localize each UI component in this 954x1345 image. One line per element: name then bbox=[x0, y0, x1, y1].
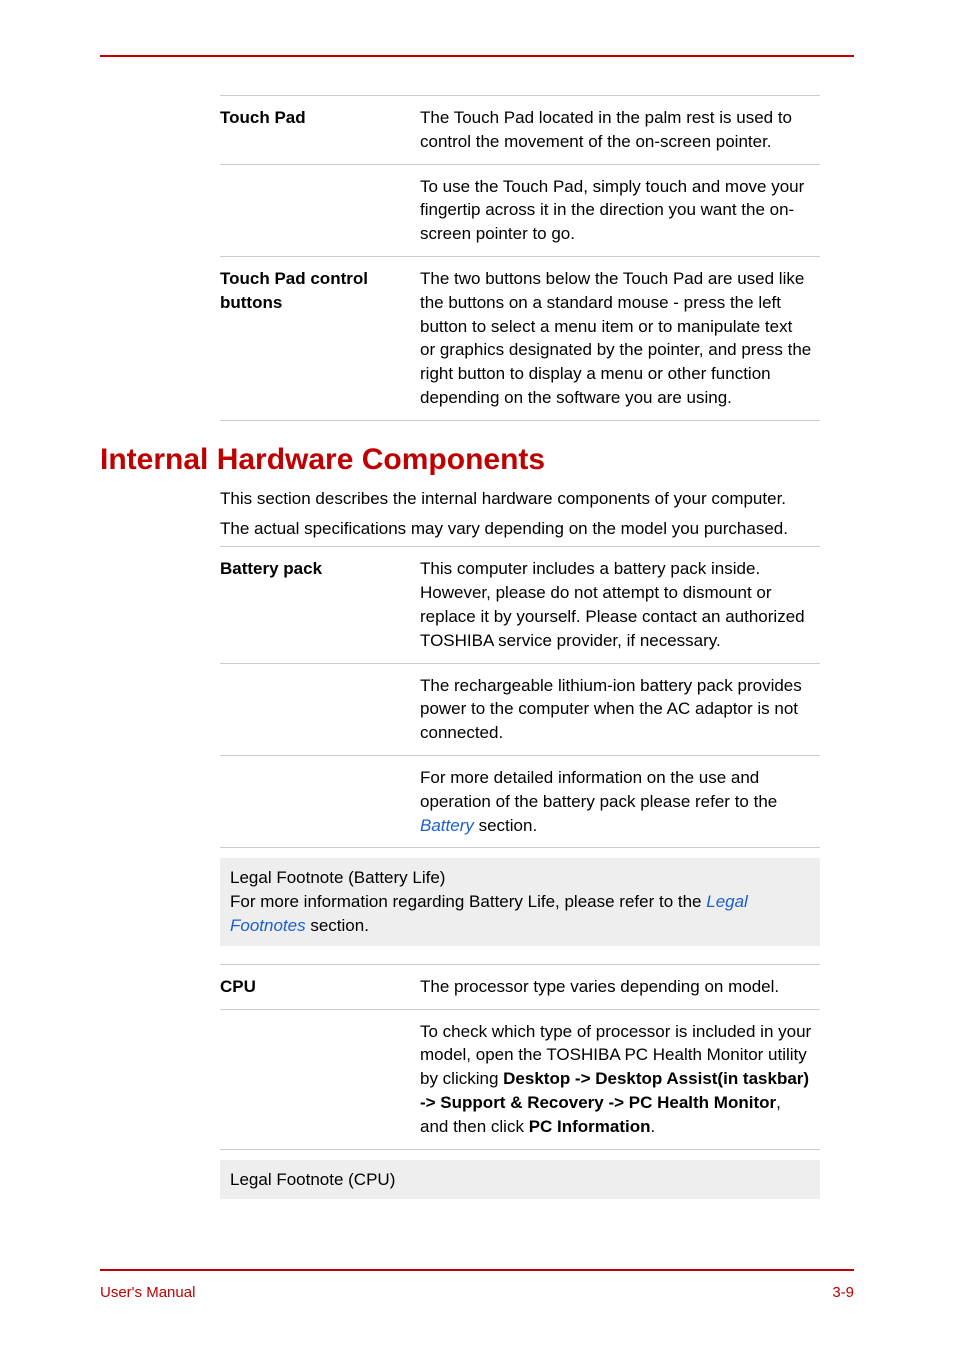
table-row: CPU The processor type varies depending … bbox=[220, 965, 820, 1009]
table-row: Battery pack This computer includes a ba… bbox=[220, 547, 820, 663]
table-row: To use the Touch Pad, simply touch and m… bbox=[220, 164, 820, 256]
note-title: Legal Footnote (Battery Life) bbox=[230, 866, 810, 890]
bottom-rule bbox=[100, 1269, 854, 1271]
cpu-bold-pcinfo: PC Information bbox=[529, 1117, 651, 1136]
row-text: This computer includes a battery pack in… bbox=[420, 547, 820, 663]
note-text: For more information regarding Battery L… bbox=[230, 890, 810, 938]
touch-pad-table: Touch Pad The Touch Pad located in the p… bbox=[220, 95, 820, 421]
top-rule bbox=[100, 55, 854, 57]
intro-paragraph: This section describes the internal hard… bbox=[220, 487, 854, 511]
table-row: Touch Pad control buttons The two button… bbox=[220, 256, 820, 420]
row-label-empty bbox=[220, 1009, 420, 1149]
row-text-a: For more detailed information on the use… bbox=[420, 768, 777, 811]
row-text: The two buttons below the Touch Pad are … bbox=[420, 256, 820, 420]
note-title: Legal Footnote (CPU) bbox=[230, 1168, 810, 1192]
row-text: To check which type of processor is incl… bbox=[420, 1009, 820, 1149]
section-heading: Internal Hardware Components bbox=[100, 443, 854, 477]
footer-left: User's Manual bbox=[100, 1284, 195, 1301]
table-row: For more detailed information on the use… bbox=[220, 755, 820, 847]
row-label: Touch Pad control buttons bbox=[220, 256, 420, 420]
row-label: Touch Pad bbox=[220, 96, 420, 165]
content: Touch Pad The Touch Pad located in the p… bbox=[100, 95, 854, 1199]
row-text-b: section. bbox=[474, 816, 537, 835]
row-text: The Touch Pad located in the palm rest i… bbox=[420, 96, 820, 165]
table-row: Touch Pad The Touch Pad located in the p… bbox=[220, 96, 820, 165]
row-text: The processor type varies depending on m… bbox=[420, 965, 820, 1009]
legal-footnote-battery: Legal Footnote (Battery Life) For more i… bbox=[220, 858, 820, 945]
row-label-empty bbox=[220, 663, 420, 755]
row-text: The rechargeable lithium-ion battery pac… bbox=[420, 663, 820, 755]
row-text: For more detailed information on the use… bbox=[420, 755, 820, 847]
note-text-b: section. bbox=[306, 916, 369, 935]
battery-table: Battery pack This computer includes a ba… bbox=[220, 546, 820, 848]
table-row: To check which type of processor is incl… bbox=[220, 1009, 820, 1149]
table-row: The rechargeable lithium-ion battery pac… bbox=[220, 663, 820, 755]
note-text-a: For more information regarding Battery L… bbox=[230, 892, 706, 911]
legal-footnote-cpu: Legal Footnote (CPU) bbox=[220, 1160, 820, 1200]
battery-link[interactable]: Battery bbox=[420, 816, 474, 835]
intro-paragraph: The actual specifications may vary depen… bbox=[220, 517, 854, 541]
row-text: To use the Touch Pad, simply touch and m… bbox=[420, 164, 820, 256]
cpu-text-c: . bbox=[651, 1117, 656, 1136]
row-label: Battery pack bbox=[220, 547, 420, 663]
row-label-empty bbox=[220, 164, 420, 256]
row-label: CPU bbox=[220, 965, 420, 1009]
footer-right: 3-9 bbox=[832, 1284, 854, 1301]
page: Touch Pad The Touch Pad located in the p… bbox=[0, 0, 954, 1345]
cpu-table: CPU The processor type varies depending … bbox=[220, 965, 820, 1150]
row-label-empty bbox=[220, 755, 420, 847]
